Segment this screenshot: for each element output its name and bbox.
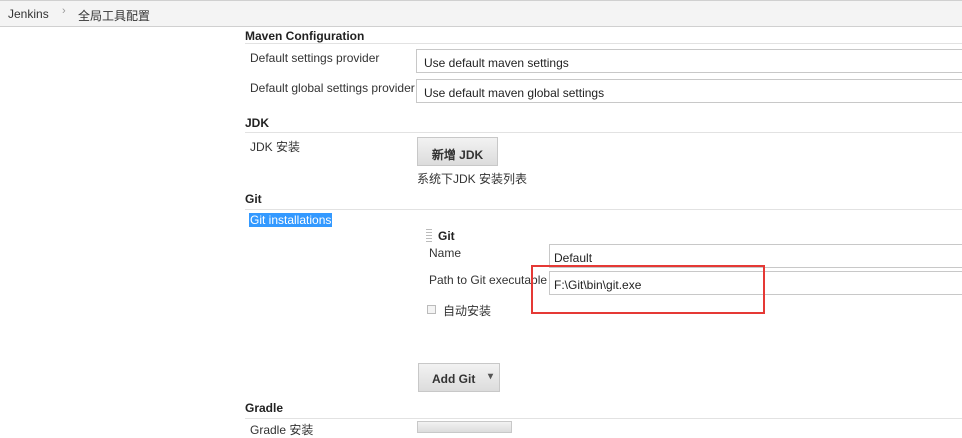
- gradle-install-label: Gradle 安装: [250, 423, 314, 437]
- gradle-section-divider: [245, 418, 962, 419]
- git-path-label: Path to Git executable: [429, 273, 548, 287]
- auto-install-checkbox[interactable]: [427, 305, 436, 314]
- add-git-label: Add Git: [432, 372, 476, 386]
- red-highlight-annotation: [531, 265, 765, 314]
- jdk-install-label: JDK 安装: [250, 140, 301, 154]
- maven-section-title: Maven Configuration: [245, 29, 365, 43]
- jdk-install-hint: 系统下JDK 安装列表: [417, 172, 528, 186]
- maven-section-divider: [245, 43, 962, 44]
- default-settings-select[interactable]: Use default maven settings: [416, 49, 962, 73]
- drag-handle-icon[interactable]: [426, 229, 432, 243]
- default-settings-label: Default settings provider: [250, 51, 380, 65]
- add-gradle-button[interactable]: [417, 421, 512, 433]
- auto-install-label: 自动安装: [443, 304, 492, 318]
- git-name-label: Name: [429, 246, 462, 260]
- add-git-button[interactable]: Add Git ▾: [418, 363, 500, 392]
- breadcrumb-global-tool-config[interactable]: 全局工具配置: [78, 7, 150, 24]
- chevron-down-icon: ▾: [488, 371, 494, 382]
- jdk-section-title: JDK: [245, 116, 270, 130]
- git-installations-label: Git installations: [249, 213, 333, 227]
- breadcrumb: Jenkins › 全局工具配置: [0, 0, 962, 27]
- global-settings-select[interactable]: Use default maven global settings: [416, 79, 962, 103]
- breadcrumb-jenkins[interactable]: Jenkins: [8, 7, 49, 21]
- global-settings-label: Default global settings provider: [250, 81, 415, 95]
- git-installations-selected-text: Git installations: [249, 213, 333, 227]
- git-section-title: Git: [245, 192, 262, 206]
- git-entry-title: Git: [438, 229, 455, 243]
- git-section-divider: [245, 209, 962, 210]
- add-jdk-button[interactable]: 新增 JDK: [417, 137, 498, 166]
- jdk-section-divider: [245, 132, 962, 133]
- breadcrumb-separator-icon: ›: [62, 5, 66, 17]
- gradle-section-title: Gradle: [245, 401, 284, 415]
